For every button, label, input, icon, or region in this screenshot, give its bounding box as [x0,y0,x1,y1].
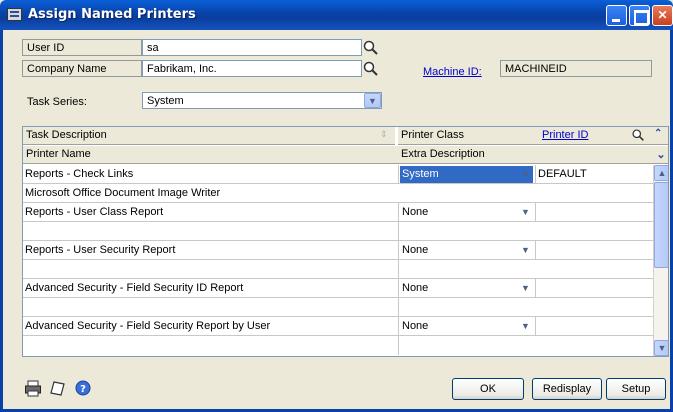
machine-id-link[interactable]: Machine ID: [423,66,482,78]
header-extra-description: Extra Description [398,146,653,164]
printer-id-link[interactable]: Printer ID [542,129,588,141]
printer-class-select[interactable]: None [400,280,533,297]
task-series-label: Task Series: [27,96,87,108]
column-divider [398,203,399,222]
table-row[interactable]: Reports - User Security Report None ▼ [23,241,653,260]
printer-class-value: None [402,244,429,256]
table-row[interactable]: Advanced Security - Field Security ID Re… [23,279,653,298]
chevron-down-icon[interactable]: ▼ [519,319,532,333]
table-row[interactable] [23,336,653,355]
company-name-input[interactable]: Fabrikam, Inc. [142,60,362,77]
company-lookup-icon[interactable] [362,60,379,77]
table-row[interactable]: Advanced Security - Field Security Repor… [23,317,653,336]
chevron-down-icon[interactable]: ▼ [519,281,532,295]
printer-class-select[interactable]: None [400,242,533,259]
scroll-up-icon[interactable]: ▲ [654,165,668,181]
chevron-down-icon[interactable]: ▼ [519,243,532,257]
svg-text:?: ? [80,384,86,395]
printer-class-select[interactable]: None [400,318,533,335]
row-description: Advanced Security - Field Security ID Re… [25,282,244,294]
printer-class-value: None [402,282,429,294]
printer-class-value: None [402,320,429,332]
column-divider [398,222,399,241]
ok-button[interactable]: OK [452,378,524,400]
printer-id-value[interactable]: DEFAULT [538,168,587,180]
printer-class-value: System [402,168,439,180]
user-id-input[interactable]: sa [142,39,362,56]
row-description: Reports - User Security Report [25,244,176,256]
column-divider [535,241,536,260]
expand-rows-icon[interactable]: ⌄ [653,146,668,164]
chevron-down-icon[interactable]: ▼ [519,205,532,219]
user-id-lookup-icon[interactable] [362,39,379,56]
machine-id-text: MACHINEID [505,63,567,75]
help-icon[interactable]: ? [74,379,92,397]
close-button[interactable]: ✕ [652,5,673,26]
table-row[interactable]: Reports - Check Links System ▼ DEFAULT [23,165,653,184]
row-printer-name: Microsoft Office Document Image Writer [25,187,221,199]
column-divider [398,165,399,184]
column-divider [535,203,536,222]
row-description: Reports - Check Links [25,168,134,180]
row-description: Reports - User Class Report [25,206,164,218]
vertical-scrollbar[interactable]: ▲ ▼ [653,165,668,356]
user-id-label-box: User ID [22,39,142,56]
redisplay-button[interactable]: Redisplay [532,378,602,400]
company-name-label: Company Name [27,63,107,75]
setup-button[interactable]: Setup [606,378,666,400]
printer-grid: Task Description ⇕ Printer Class Printer… [22,126,669,357]
scroll-down-icon[interactable]: ▼ [654,340,668,356]
column-divider [398,336,399,355]
machine-id-value: MACHINEID [500,60,652,77]
column-divider [398,260,399,279]
header-printer-id[interactable]: Printer ID ⌃ [535,127,668,145]
header-printer-class-label: Printer Class [401,129,464,141]
column-divider [535,317,536,336]
column-divider [535,165,536,184]
collapse-rows-icon[interactable]: ⌃ [654,128,662,139]
user-id-label: User ID [27,42,65,54]
header-printer-name-label: Printer Name [26,148,91,160]
note-icon[interactable] [48,379,66,397]
column-divider [398,279,399,298]
title-bar[interactable]: Assign Named Printers ✕ [0,0,673,30]
company-label-box: Company Name [22,60,142,77]
window-app-icon [7,8,22,21]
table-row[interactable]: Microsoft Office Document Image Writer [23,184,653,203]
column-divider [398,317,399,336]
printer-id-lookup-icon[interactable] [631,128,645,145]
chevron-down-icon[interactable]: ▼ [519,167,532,181]
column-divider [398,241,399,260]
column-divider [535,279,536,298]
minimize-button[interactable] [606,5,627,26]
table-row[interactable] [23,298,653,317]
row-description: Advanced Security - Field Security Repor… [25,320,271,332]
task-series-dropdown-arrow-icon[interactable]: ▼ [364,93,381,108]
task-series-select[interactable]: System [142,92,382,109]
header-extra-description-label: Extra Description [401,148,485,160]
table-row[interactable] [23,260,653,279]
header-printer-class[interactable]: Printer Class [398,127,535,145]
column-divider [398,298,399,317]
task-series-value: System [147,95,184,107]
window-title: Assign Named Printers [28,7,196,22]
maximize-button[interactable] [629,5,650,26]
header-task-description-label: Task Description [26,129,107,141]
scroll-thumb[interactable] [654,182,668,268]
printer-class-select[interactable]: None [400,204,533,221]
printer-class-select[interactable]: System [400,166,533,183]
header-task-description[interactable]: Task Description ⇕ [23,127,395,145]
table-row[interactable]: Reports - User Class Report None ▼ [23,203,653,222]
sort-icon: ⇕ [380,129,388,139]
table-row[interactable] [23,222,653,241]
header-printer-name: Printer Name [23,146,398,164]
printer-icon[interactable] [24,379,42,397]
printer-class-value: None [402,206,429,218]
